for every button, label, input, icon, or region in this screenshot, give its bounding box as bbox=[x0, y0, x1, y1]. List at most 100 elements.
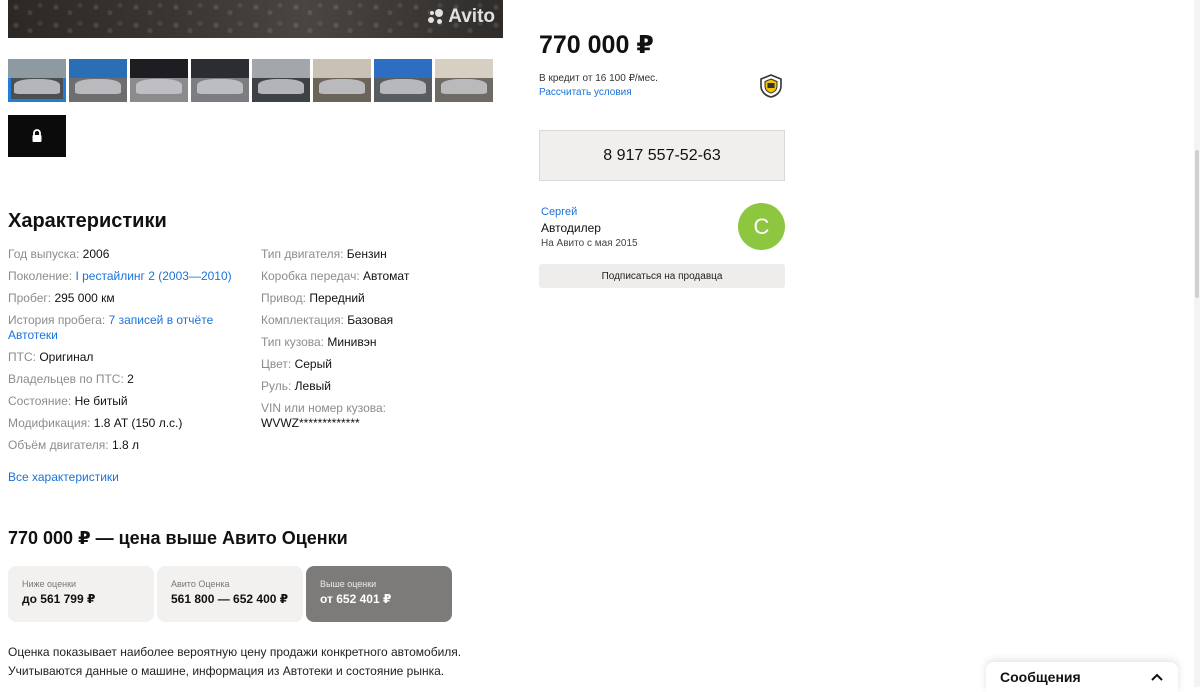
spec-link[interactable]: I рестайлинг 2 (2003—2010) bbox=[75, 269, 231, 283]
spec-label: Год выпуска: bbox=[8, 247, 80, 261]
thumbnail-car bbox=[379, 79, 427, 95]
page-scrollbar[interactable] bbox=[1194, 0, 1200, 687]
seller-avatar[interactable]: С bbox=[738, 203, 785, 250]
thumbnail-background bbox=[252, 59, 310, 79]
avito-logo-icon bbox=[428, 9, 444, 25]
thumbnail-car bbox=[196, 79, 244, 95]
spec-label: Поколение: bbox=[8, 269, 73, 283]
spec-row: Руль: Левый bbox=[261, 375, 461, 397]
gallery-thumbnail[interactable] bbox=[252, 59, 310, 102]
spec-row: Поколение: I рестайлинг 2 (2003—2010) bbox=[8, 265, 253, 287]
gallery-thumbnail[interactable] bbox=[191, 59, 249, 102]
subscribe-seller-button[interactable]: Подписаться на продавца bbox=[539, 264, 785, 288]
evaluation-value: 561 800 — 652 400 ₽ bbox=[171, 592, 289, 606]
all-specs-link[interactable]: Все характеристики bbox=[8, 470, 119, 484]
spec-value: Не битый bbox=[74, 394, 128, 408]
spec-row: Тип кузова: Минивэн bbox=[261, 331, 461, 353]
spec-label: Объём двигателя: bbox=[8, 438, 109, 452]
gallery-thumbnail[interactable] bbox=[69, 59, 127, 102]
thumbnail-car bbox=[318, 79, 366, 95]
spec-value: Бензин bbox=[346, 247, 387, 261]
evaluation-note-line: Учитываются данные о машине, информация … bbox=[8, 664, 445, 678]
spec-value: Оригинал bbox=[39, 350, 94, 364]
evaluation-box: Выше оценки от 652 401 ₽ bbox=[306, 566, 452, 622]
specs-title: Характеристики bbox=[8, 210, 167, 232]
spec-label: VIN или номер кузова: bbox=[261, 401, 386, 415]
spec-label: Состояние: bbox=[8, 394, 72, 408]
spec-label: Тип двигателя: bbox=[261, 247, 344, 261]
credit-text: В кредит от 16 100 ₽/мес. bbox=[539, 73, 658, 84]
gallery-thumbnail[interactable] bbox=[313, 59, 371, 102]
spec-value: 1.8 AT (150 л.с.) bbox=[93, 416, 183, 430]
thumbnail-background bbox=[130, 59, 188, 79]
spec-label: Владельцев по ПТС: bbox=[8, 372, 124, 386]
avito-watermark: Avito bbox=[428, 6, 495, 28]
spec-value: 295 000 км bbox=[54, 291, 115, 305]
spec-row: Модификация: 1.8 AT (150 л.с.) bbox=[8, 412, 253, 434]
spec-value: WVWZ************* bbox=[261, 416, 360, 430]
show-phone-button[interactable]: 8 917 557-52-63 bbox=[539, 130, 785, 181]
gallery-main-image[interactable]: Avito bbox=[8, 0, 503, 38]
spec-label: Руль: bbox=[261, 379, 292, 393]
bank-shield-icon bbox=[760, 74, 782, 98]
spec-value: 1.8 л bbox=[111, 438, 140, 452]
spec-label: Тип кузова: bbox=[261, 335, 325, 349]
spec-row: Год выпуска: 2006 bbox=[8, 243, 253, 265]
spec-value: 2 bbox=[127, 372, 134, 386]
spec-value: Левый bbox=[294, 379, 331, 393]
spec-label: Привод: bbox=[261, 291, 306, 305]
credit-calculate-link[interactable]: Рассчитать условия bbox=[539, 87, 632, 98]
spec-row: Объём двигателя: 1.8 л bbox=[8, 434, 253, 456]
specs-left-column: Год выпуска: 2006 Поколение: I рестайлинг… bbox=[8, 243, 253, 456]
spec-label: История пробега: bbox=[8, 313, 106, 327]
evaluation-box: Ниже оценки до 561 799 ₽ bbox=[8, 566, 154, 622]
spec-label: Комплектация: bbox=[261, 313, 344, 327]
spec-value: Передний bbox=[309, 291, 365, 305]
chevron-up-icon[interactable] bbox=[1150, 672, 1164, 682]
specs-right-column: Тип двигателя: Бензин Коробка передач: Ав… bbox=[261, 243, 461, 434]
evaluation-range: Ниже оценки до 561 799 ₽ Авито Оценка 561 8… bbox=[8, 566, 452, 622]
evaluation-value: от 652 401 ₽ bbox=[320, 592, 392, 606]
lock-icon bbox=[32, 129, 42, 142]
spec-row: Владельцев по ПТС: 2 bbox=[8, 368, 253, 390]
lock-button[interactable] bbox=[8, 115, 66, 157]
gallery-thumbnail[interactable] bbox=[374, 59, 432, 102]
evaluation-note: Оценка показывает наиболее вероятную цен… bbox=[8, 643, 461, 681]
thumbnail-background bbox=[191, 59, 249, 79]
spec-label: Пробег: bbox=[8, 291, 52, 305]
evaluation-value: до 561 799 ₽ bbox=[22, 592, 96, 606]
spec-label: Модификация: bbox=[8, 416, 91, 430]
spec-value: Автомат bbox=[363, 269, 410, 283]
avito-watermark-text: Avito bbox=[448, 6, 495, 27]
spec-row: Тип двигателя: Бензин bbox=[261, 243, 461, 265]
credit-info: В кредит от 16 100 ₽/мес. Рассчитать усл… bbox=[539, 72, 658, 100]
spec-value: Минивэн bbox=[327, 335, 377, 349]
evaluation-title: 770 000 ₽ — цена выше Авито Оценки bbox=[8, 528, 348, 548]
spec-row: Привод: Передний bbox=[261, 287, 461, 309]
seller-since: На Авито с мая 2015 bbox=[541, 238, 638, 249]
thumbnail-background bbox=[313, 59, 371, 79]
evaluation-caption: Авито Оценка bbox=[171, 579, 230, 589]
seller-type: Автодилер bbox=[541, 221, 601, 235]
gallery-thumbnails bbox=[8, 59, 493, 102]
gallery-thumbnail[interactable] bbox=[8, 59, 66, 102]
spec-row: VIN или номер кузова: WVWZ************* bbox=[261, 397, 411, 434]
thumbnail-background bbox=[69, 59, 127, 79]
spec-row: Коробка передач: Автомат bbox=[261, 265, 461, 287]
seller-info: Сергей Автодилер На Авито с мая 2015 bbox=[541, 204, 638, 252]
gallery-thumbnail[interactable] bbox=[130, 59, 188, 102]
thumbnail-background bbox=[374, 59, 432, 79]
spec-row: Состояние: Не битый bbox=[8, 390, 253, 412]
spec-row: ПТС: Оригинал bbox=[8, 346, 253, 368]
scrollbar-thumb[interactable] bbox=[1195, 150, 1199, 298]
messages-widget[interactable]: Сообщения bbox=[986, 662, 1178, 692]
evaluation-caption: Выше оценки bbox=[320, 579, 377, 589]
spec-value: Базовая bbox=[347, 313, 394, 327]
thumbnail-background bbox=[435, 59, 493, 79]
gallery-thumbnail[interactable] bbox=[435, 59, 493, 102]
spec-label: Цвет: bbox=[261, 357, 292, 371]
spec-label: ПТС: bbox=[8, 350, 36, 364]
thumbnail-car bbox=[257, 79, 305, 95]
spec-row: Комплектация: Базовая bbox=[261, 309, 461, 331]
seller-name-link[interactable]: Сергей bbox=[541, 204, 638, 220]
